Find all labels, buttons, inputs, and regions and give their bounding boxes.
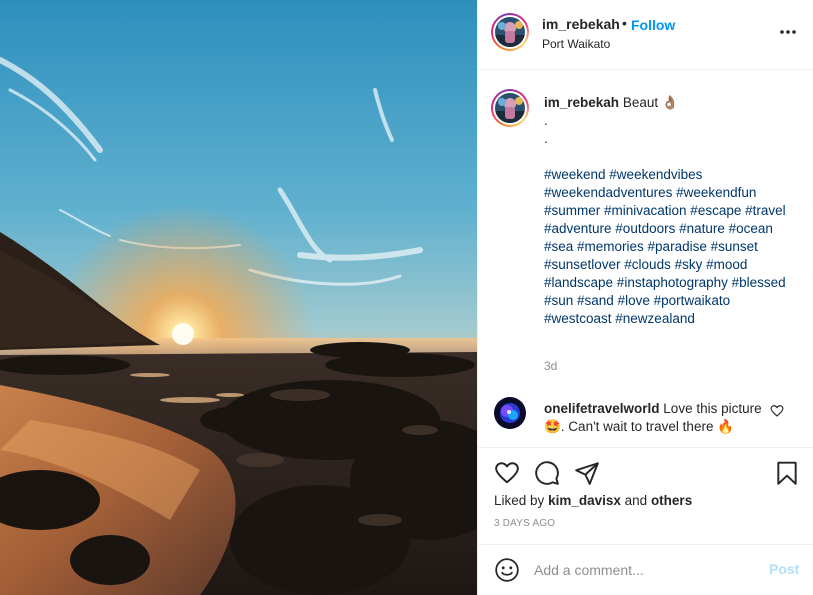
comment-icon[interactable]: [534, 460, 560, 486]
likes-joiner: and: [624, 493, 648, 508]
follow-button[interactable]: Follow: [631, 17, 675, 33]
ok-hand-emoji: 👌🏽: [661, 95, 679, 110]
post-header: im_rebekah • Follow Port Waikato: [478, 0, 813, 70]
commenter-avatar[interactable]: [494, 397, 526, 429]
likes-prefix: Liked by: [494, 493, 545, 508]
caption-age: 3d: [544, 359, 558, 373]
avatar-photo: [494, 397, 526, 429]
comment-input[interactable]: [534, 558, 754, 582]
post-photo[interactable]: [0, 0, 477, 595]
save-icon[interactable]: [774, 460, 800, 486]
post-date: 3 DAYS AGO: [494, 518, 556, 529]
avatar-photo: [495, 93, 525, 123]
add-comment-bar: Post: [478, 544, 813, 595]
caption-body: Beaut: [622, 95, 659, 110]
likes-user[interactable]: kim_davisx: [548, 493, 621, 508]
comment-text: onelifetravelworld Love this picture 🤩. …: [544, 400, 774, 436]
sunset-beach-image: [0, 0, 477, 595]
caption-text: im_rebekah Beaut 👌🏽 . . #weekend #weeken…: [544, 94, 794, 328]
author-username[interactable]: im_rebekah: [542, 16, 620, 32]
instagram-post: im_rebekah • Follow Port Waikato im_rebe…: [0, 0, 813, 595]
share-icon[interactable]: [574, 460, 600, 486]
smile-icon[interactable]: [494, 557, 520, 583]
likes-summary: Liked by kim_davisx and others: [494, 493, 692, 508]
separator-dot: •: [622, 15, 627, 31]
commenter-username[interactable]: onelifetravelworld: [544, 401, 660, 416]
caption-dot: .: [544, 113, 548, 128]
heart-icon[interactable]: [494, 460, 520, 486]
post-actions: Liked by kim_davisx and others 3 DAYS AG…: [478, 447, 813, 544]
post-side-panel: im_rebekah • Follow Port Waikato im_rebe…: [477, 0, 813, 595]
caption-dot: .: [544, 131, 548, 146]
caption-author-avatar[interactable]: [491, 89, 529, 127]
caption-username[interactable]: im_rebekah: [544, 95, 619, 110]
comments-section[interactable]: im_rebekah Beaut 👌🏽 . . #weekend #weeken…: [478, 71, 813, 447]
likes-others[interactable]: others: [651, 493, 692, 508]
post-location[interactable]: Port Waikato: [542, 37, 610, 51]
comment-like-heart-icon[interactable]: [770, 404, 784, 418]
author-avatar[interactable]: [491, 13, 529, 51]
post-comment-button[interactable]: Post: [769, 561, 799, 577]
caption-hashtags[interactable]: #weekend #weekendvibes #weekendadventure…: [544, 167, 786, 326]
more-icon[interactable]: [778, 22, 798, 42]
avatar-photo: [495, 17, 525, 47]
